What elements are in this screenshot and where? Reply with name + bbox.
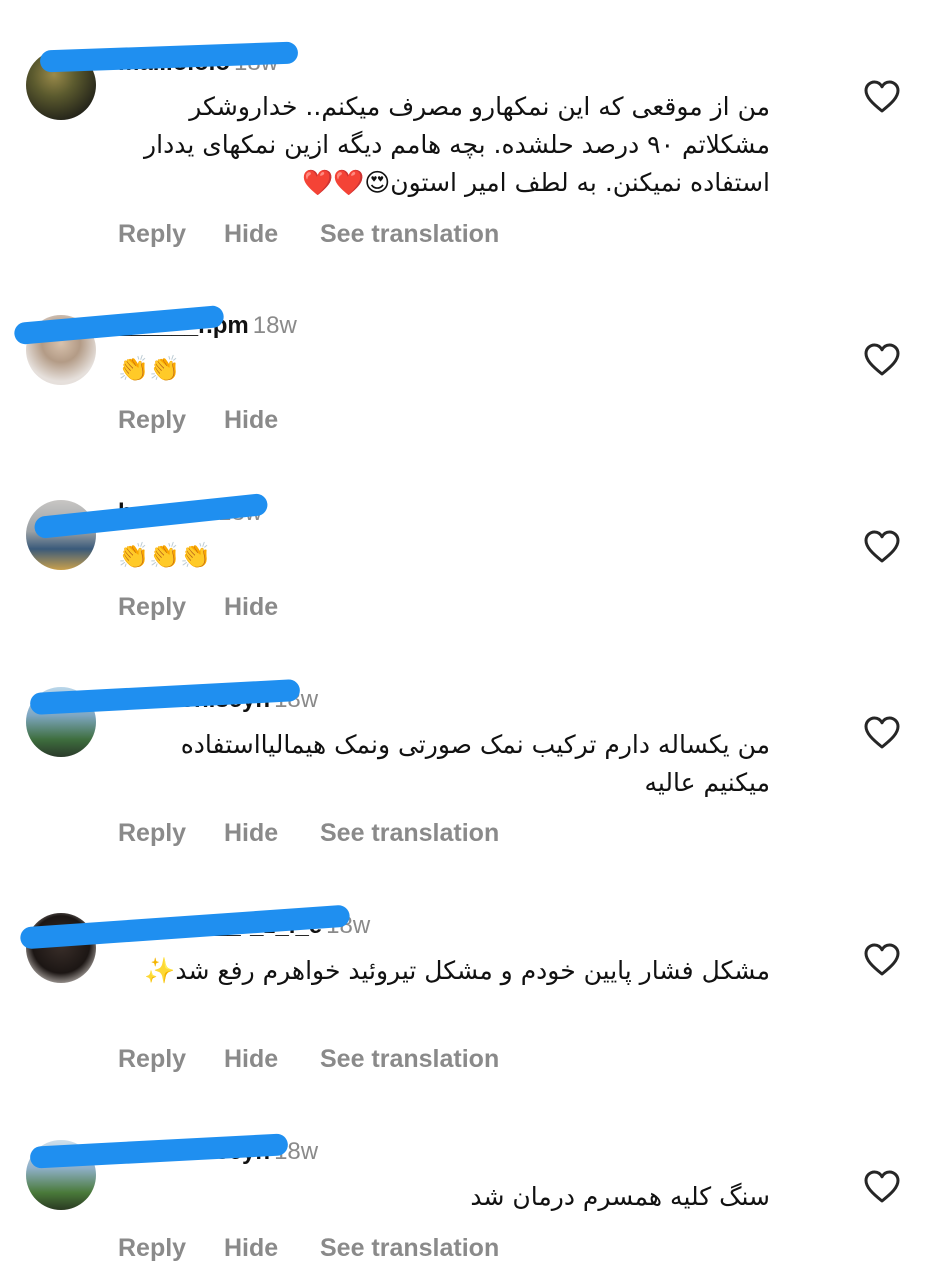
hide-button[interactable]: Hide — [224, 817, 320, 849]
hide-button[interactable]: Hide — [224, 591, 320, 623]
reply-button[interactable]: Reply — [118, 1043, 224, 1075]
comment-actions: Reply Hide See translation — [118, 218, 499, 250]
see-translation-button[interactable]: See translation — [320, 817, 499, 849]
reply-button[interactable]: Reply — [118, 817, 224, 849]
reply-button[interactable]: Reply — [118, 1232, 224, 1264]
see-translation-button[interactable]: See translation — [320, 218, 499, 250]
comment-text: من یکساله دارم ترکیب نمک صورتی ونمک هیما… — [180, 730, 770, 797]
comment-actions: Reply Hide See translation — [118, 1043, 499, 1075]
heart-outline-icon[interactable] — [864, 80, 900, 114]
comment-text: من از موقعی که این نمکهارو مصرف میکنم.. … — [144, 92, 770, 197]
reply-button[interactable]: Reply — [118, 404, 224, 436]
see-translation-button[interactable]: See translation — [320, 1043, 499, 1075]
comment-actions: Reply Hide — [118, 591, 320, 623]
hide-button[interactable]: Hide — [224, 218, 320, 250]
comment-text: مشکل فشار پایین خودم و مشکل تیروئید خواه… — [144, 956, 770, 985]
comment-text: سنگ کلیه همسرم درمان شد — [470, 1182, 770, 1211]
heart-outline-icon[interactable] — [864, 530, 900, 564]
comment-actions: Reply Hide See translation — [118, 1232, 499, 1264]
hide-button[interactable]: Hide — [224, 1232, 320, 1264]
comment-text: 👏👏👏 — [118, 541, 212, 570]
see-translation-button[interactable]: See translation — [320, 1232, 499, 1264]
hide-button[interactable]: Hide — [224, 404, 320, 436]
reply-button[interactable]: Reply — [118, 591, 224, 623]
comment-actions: Reply Hide — [118, 404, 320, 436]
heart-outline-icon[interactable] — [864, 716, 900, 750]
heart-outline-icon[interactable] — [864, 1170, 900, 1204]
comment-text: 👏👏 — [118, 354, 181, 383]
timestamp: 18w — [252, 312, 297, 339]
comment-actions: Reply Hide See translation — [118, 817, 499, 849]
hide-button[interactable]: Hide — [224, 1043, 320, 1075]
heart-outline-icon[interactable] — [864, 943, 900, 977]
heart-outline-icon[interactable] — [864, 343, 900, 377]
reply-button[interactable]: Reply — [118, 218, 224, 250]
